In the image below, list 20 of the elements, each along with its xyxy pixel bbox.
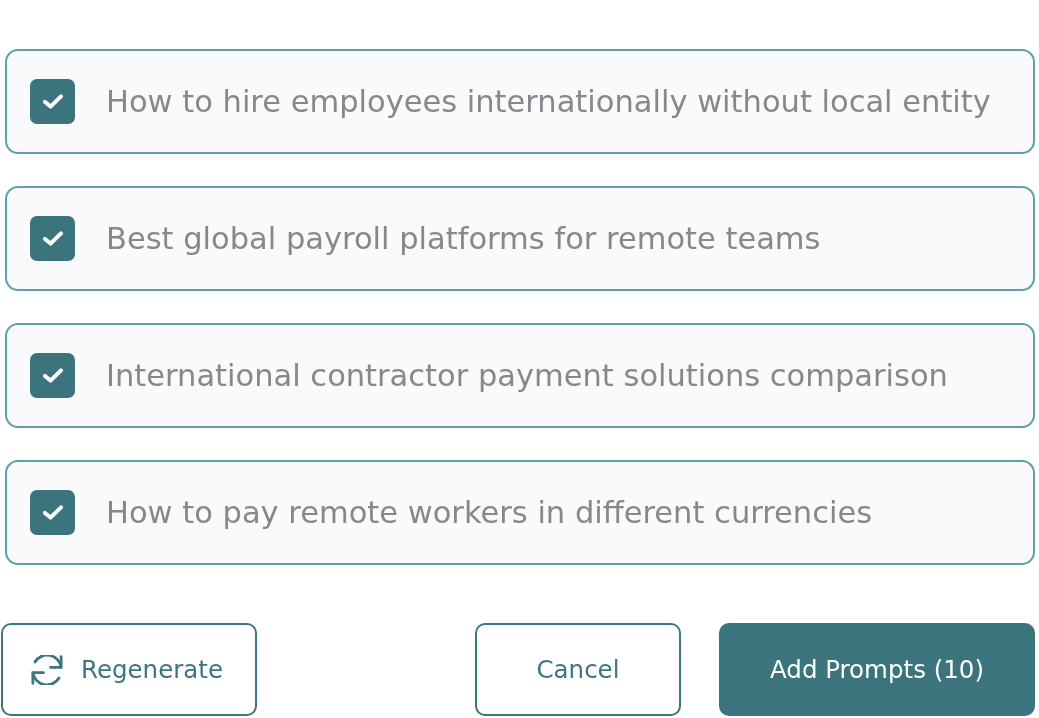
refresh-icon [31, 654, 63, 685]
checkmark-icon [42, 368, 63, 383]
checkbox[interactable] [30, 490, 75, 535]
prompt-text: How to pay remote workers in different currencies [106, 495, 873, 530]
prompt-option[interactable]: International contractor payment solutions comparison [5, 323, 1035, 428]
add-prompts-button[interactable]: Add Prompts (10) [719, 623, 1035, 716]
prompt-option[interactable]: Best global payroll platforms for remote teams [5, 186, 1035, 291]
prompt-text: How to hire employees internationally without local entity [106, 84, 991, 119]
prompt-option[interactable]: How to pay remote workers in different currencies [5, 460, 1035, 565]
checkmark-icon [42, 505, 63, 520]
checkbox[interactable] [30, 79, 75, 124]
prompt-text: International contractor payment solutions comparison [106, 358, 948, 393]
checkbox[interactable] [30, 353, 75, 398]
cancel-button[interactable]: Cancel [475, 623, 681, 716]
prompt-option[interactable]: How to hire employees internationally without local entity [5, 49, 1035, 154]
checkmark-icon [42, 94, 63, 109]
regenerate-button[interactable]: Regenerate [1, 623, 257, 716]
checkbox[interactable] [30, 216, 75, 261]
prompt-text: Best global payroll platforms for remote teams [106, 221, 821, 256]
checkmark-icon [42, 231, 63, 246]
